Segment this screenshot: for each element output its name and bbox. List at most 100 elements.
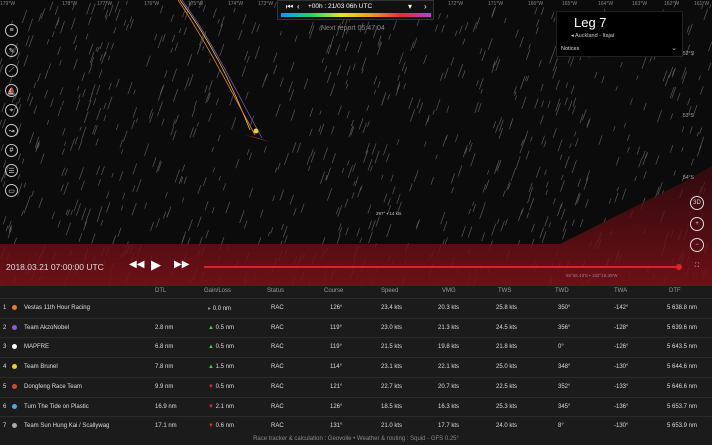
ranking-table: DTL Gain/Loss Status Course Speed VMG TW…: [0, 286, 712, 445]
first-step-icon[interactable]: ⏮: [286, 2, 293, 12]
dropdown-icon[interactable]: ▾: [408, 2, 412, 11]
leg-route: ◂ Auckland - Itajaí: [571, 33, 615, 39]
lon-label: 171°W: [488, 1, 504, 7]
col-tws: TWS: [498, 288, 512, 294]
zoom-in-icon[interactable]: +: [690, 217, 704, 231]
forecast-timebar[interactable]: ⏮ ‹ +00h : 21/03 06h UTC ▾ ›: [277, 0, 434, 20]
team-color: [12, 364, 17, 371]
footer-credits: Race tracker & calculation : Geovoile • …: [0, 434, 712, 445]
rank: 3: [3, 344, 7, 351]
cell-course: 114°: [330, 364, 342, 371]
wind-icon[interactable]: ↝: [5, 124, 18, 137]
team-color: [12, 383, 17, 391]
replay-progress[interactable]: [204, 263, 683, 270]
team-name[interactable]: Turn The Tide on Plastic: [24, 404, 89, 410]
table-row[interactable]: 3 MAPFRE ▲ 0.5 nm 6.8 nm RAC 119° 21.5 kts 19.8…: [0, 337, 712, 356]
rank: 7: [3, 423, 7, 430]
lon-label: 177°W: [97, 1, 113, 7]
cell-vmg: 20.3 kts: [438, 305, 460, 311]
lon-label: 179°W: [0, 1, 16, 7]
rank: 1: [3, 305, 7, 311]
cell-twd: 8°: [558, 423, 564, 430]
team-color-dot: [12, 305, 17, 310]
cell-course: 131°: [330, 423, 343, 430]
team-name[interactable]: Team AkzoNobel: [24, 325, 69, 331]
team-color: [12, 423, 17, 430]
next-report: Next report 05:47:04: [321, 25, 385, 32]
boat-group: [245, 135, 270, 142]
cell-dtl: 2.8 nm: [155, 324, 174, 331]
cell-course: 119°: [330, 344, 342, 351]
loss-down-icon: ▼: [208, 403, 214, 410]
replay-date: 2018.03.21 07:00:00 UTC: [6, 262, 104, 272]
table-row[interactable]: 1 Vestas 11th Hour Racing ▸ 0.0 nm RAC 126° 2…: [0, 298, 712, 317]
rewind-icon[interactable]: ◀◀: [129, 259, 144, 270]
cell-status: RAC: [271, 305, 284, 311]
cell-twa: -130°: [614, 364, 629, 371]
table-row[interactable]: 2 Team AkzoNobel ▲ 0.5 nm 2.8 nm RAC 119° 23.0…: [0, 317, 712, 337]
lon-label: 173°W: [258, 1, 274, 7]
table-row[interactable]: 6 Turn The Tide on Plastic ▼ 2.1 nm 16.9 nm…: [0, 396, 712, 416]
team-name[interactable]: Team Brunel: [24, 364, 58, 370]
notices-label[interactable]: Notices: [561, 46, 579, 52]
right-toolbar: 3D + − ⛶: [690, 196, 704, 280]
team-name[interactable]: Vestas 11th Hour Racing: [24, 305, 90, 311]
list-icon[interactable]: ☰: [5, 164, 18, 177]
cell-twa: -130°: [614, 423, 629, 430]
cell-speed: 22.7 kts: [381, 383, 403, 390]
cell-course: 119°: [330, 324, 342, 331]
col-dtf: DTF: [669, 288, 681, 294]
next-step-icon[interactable]: ›: [424, 2, 427, 11]
col-gain: Gain/Loss: [204, 288, 232, 294]
lon-label: 172°W: [448, 1, 464, 7]
lon-label: 174°W: [228, 1, 244, 7]
cell-tws: 21.8 kts: [496, 344, 518, 351]
neutral-icon: ▸: [208, 306, 212, 312]
table-row[interactable]: 7 Team Sun Hung Kai / Scallywag ▼ 0.6 nm 17…: [0, 416, 712, 435]
col-speed: Speed: [381, 288, 399, 294]
ruler-icon[interactable]: ⟋: [5, 64, 18, 77]
boat-icon[interactable]: ⛵: [5, 84, 18, 97]
lon-label: 164°W: [598, 1, 614, 7]
table-row[interactable]: 5 Dongfeng Race Team ▼ 0.5 nm 9.9 nm RAC 121°…: [0, 376, 712, 396]
route-icon[interactable]: ⌖: [5, 104, 18, 117]
team-name[interactable]: Team Sun Hung Kai / Scallywag: [24, 423, 109, 429]
forecast-time: +00h : 21/03 06h UTC: [308, 3, 373, 10]
cell-speed: 18.5 kts: [381, 403, 403, 410]
grid-icon[interactable]: #: [5, 144, 18, 157]
team-name[interactable]: MAPFRE: [24, 344, 49, 350]
gain-value: 0.6 nm: [215, 423, 234, 430]
cell-speed: 23.4 kts: [381, 305, 403, 311]
3d-view-icon[interactable]: 3D: [690, 196, 704, 210]
table-row[interactable]: 4 Team Brunel ▲ 1.5 nm 7.8 nm RAC 114° 23.1 kt…: [0, 357, 712, 376]
zoom-out-icon[interactable]: −: [690, 238, 704, 252]
table-header: DTL Gain/Loss Status Course Speed VMG TW…: [0, 286, 712, 298]
gain-loss: ▲ 0.5 nm: [208, 344, 234, 350]
gain-up-icon: ▲: [208, 364, 214, 371]
play-icon[interactable]: ▶: [151, 257, 161, 273]
replay-handle[interactable]: [676, 263, 683, 270]
leg-panel[interactable]: Leg 7 ◂ Auckland - Itajaí Notices ⌄: [556, 11, 683, 57]
chart-icon[interactable]: ▭: [5, 184, 18, 197]
team-name[interactable]: Dongfeng Race Team: [24, 384, 82, 390]
lon-label: 175°W: [188, 1, 204, 7]
lon-label: 161°W: [694, 1, 710, 7]
team-color-dot: [12, 383, 17, 389]
forward-icon[interactable]: ▶▶: [174, 259, 189, 270]
wind-readout: 297° • 14 kts: [376, 211, 402, 216]
boat-track-3: [181, 0, 263, 139]
gain-up-icon: ▲: [208, 344, 214, 351]
team-color: [12, 324, 17, 332]
fullscreen-icon[interactable]: ⛶: [690, 259, 704, 273]
chevron-down-icon[interactable]: ⌄: [671, 44, 677, 52]
layers-icon[interactable]: ≡: [5, 24, 18, 37]
cell-tws: 25.0 kts: [496, 364, 518, 371]
race-map[interactable]: 179°W 178°W 177°W 176°W 175°W 174°W 173°…: [0, 0, 712, 286]
cell-dtf: 5 643.5 nm: [667, 344, 698, 351]
col-vmg: VMG: [442, 288, 456, 294]
pencil-icon[interactable]: ✎: [5, 44, 18, 57]
prev-step-icon[interactable]: ‹: [297, 2, 300, 11]
boat-marker: [253, 128, 259, 134]
cell-tws: 25.8 kts: [496, 305, 518, 311]
lon-label: 178°W: [62, 1, 78, 7]
